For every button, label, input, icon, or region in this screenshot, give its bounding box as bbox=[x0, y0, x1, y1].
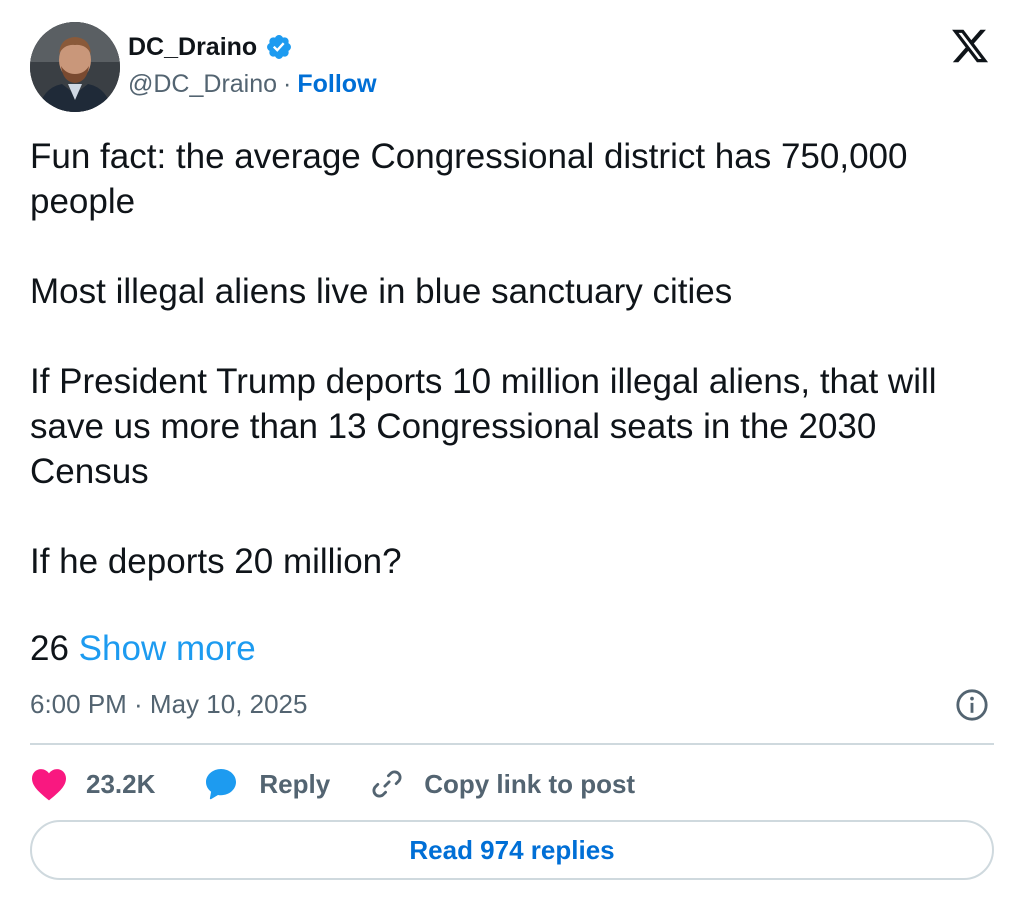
post-paragraph: Most illegal aliens live in blue sanctua… bbox=[30, 272, 733, 311]
show-more-link[interactable]: Show more bbox=[79, 629, 256, 668]
post-timestamp[interactable]: 6:00 PM · May 10, 2025 bbox=[30, 684, 307, 724]
read-replies-button[interactable]: Read 974 replies bbox=[30, 820, 994, 880]
like-button[interactable]: 23.2K bbox=[30, 767, 155, 801]
reply-label: Reply bbox=[259, 768, 331, 799]
speech-bubble-icon bbox=[206, 769, 237, 800]
follow-button[interactable]: Follow bbox=[297, 70, 376, 99]
display-name[interactable]: DC_Draino bbox=[128, 33, 257, 62]
copy-link-button[interactable]: Copy link to post bbox=[370, 767, 635, 801]
action-bar: 23.2K Reply Copy link to post bbox=[30, 762, 635, 806]
x-logo-icon[interactable] bbox=[948, 26, 992, 66]
author-handle-row: @DC_Draino · Follow bbox=[128, 68, 377, 100]
info-icon[interactable] bbox=[955, 688, 989, 722]
post-paragraph: Fun fact: the average Congressional dist… bbox=[30, 137, 908, 221]
post-body: Fun fact: the average Congressional dist… bbox=[30, 134, 990, 584]
post-paragraph: If he deports 20 million? bbox=[30, 542, 402, 581]
copy-link-label: Copy link to post bbox=[424, 768, 636, 799]
author-name-row: DC_Draino bbox=[128, 30, 293, 64]
heart-icon bbox=[32, 769, 66, 801]
divider bbox=[30, 743, 994, 745]
embedded-post-card: DC_Draino @DC_Draino · Follow Fun fact: … bbox=[0, 0, 1024, 910]
avatar-photo bbox=[30, 22, 120, 112]
like-count: 23.2K bbox=[86, 768, 156, 799]
author-handle[interactable]: @DC_Draino bbox=[128, 70, 277, 99]
reply-button[interactable]: Reply bbox=[203, 766, 330, 802]
separator-dot: · bbox=[283, 69, 292, 98]
avatar[interactable] bbox=[30, 22, 120, 112]
post-paragraph: If President Trump deports 10 million il… bbox=[30, 362, 937, 491]
truncated-text: 26 bbox=[30, 629, 69, 668]
link-icon bbox=[372, 770, 402, 798]
verified-badge-icon bbox=[267, 35, 292, 59]
show-more-row: 26 Show more bbox=[30, 626, 256, 671]
